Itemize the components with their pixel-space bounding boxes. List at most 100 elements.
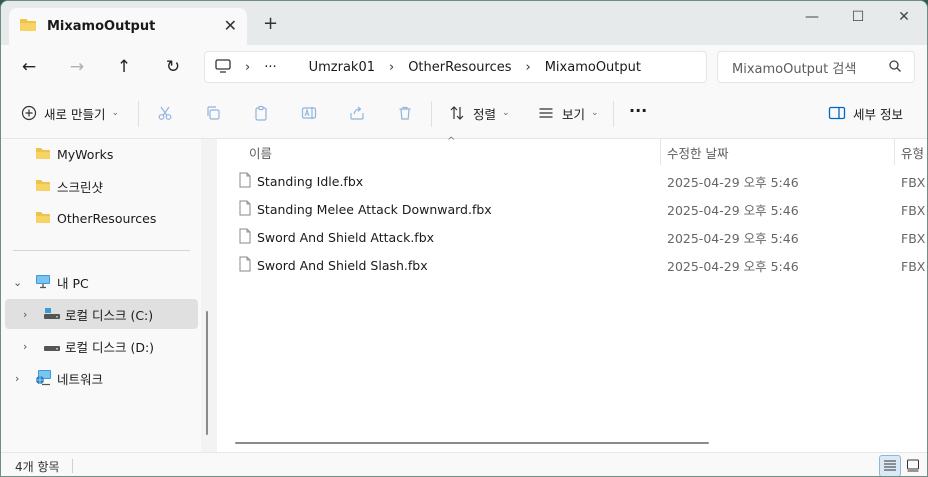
file-type: FBX 파일 [901,202,927,218]
maximize-button[interactable]: ☐ [835,1,881,33]
copy-button[interactable] [203,103,223,123]
tab-title: MixamoOutput [47,19,156,34]
sidebar-item-this-pc[interactable]: ⌄ 내 PC [5,267,198,297]
view-button[interactable]: 보기 ⌄ [536,103,599,123]
large-icons-view-icon [906,458,920,475]
column-divider[interactable] [660,139,661,165]
sidebar-item-label: 스크린샷 [57,179,104,195]
new-button-label: 새로 만들기 [44,106,106,122]
file-list: ^ 이름 수정한 날짜 유형 Standing Idle.fbx 2025-04… [217,136,927,452]
cut-icon [155,103,175,123]
sort-button[interactable]: 정렬 ⌄ [447,103,510,123]
view-list-icon [536,103,556,123]
chevron-right-icon[interactable]: › [23,308,33,321]
chevron-right-icon[interactable]: › [389,60,394,75]
file-icon [239,256,251,275]
chevron-right-icon[interactable]: › [23,340,33,353]
chevron-down-icon: ⌄ [591,108,599,118]
navigation-bar: ← → ↑ ↻ › ··· Umzrak01 › OtherResources … [1,45,927,89]
chevron-right-icon[interactable]: › [245,60,250,75]
computer-icon [35,274,51,292]
file-row[interactable]: Standing Melee Attack Downward.fbx 2025-… [231,195,927,223]
chevron-down-icon[interactable]: ⌄ [13,276,23,289]
file-name: Standing Idle.fbx [257,173,364,189]
file-date: 2025-04-29 오후 5:46 [667,230,799,246]
file-type: FBX 파일 [901,258,927,274]
window-controls: — ☐ ✕ [789,1,927,33]
share-button[interactable] [347,103,367,123]
file-name: Sword And Shield Slash.fbx [257,257,428,273]
new-tab-button[interactable]: + [263,13,278,34]
details-view-button[interactable] [879,455,901,476]
sidebar-item-screenshots[interactable]: 스크린샷 [5,171,198,201]
tab-mixamooutput[interactable]: MixamoOutput ✕ [9,8,247,45]
folder-icon [35,147,51,163]
new-button[interactable]: 새로 만들기 ⌄ [19,103,119,123]
file-type: FBX 파일 [901,230,927,246]
details-view-icon [883,458,897,475]
chevron-right-icon[interactable]: › [526,60,531,75]
breadcrumb-mixamooutput[interactable]: MixamoOutput [545,60,641,75]
sidebar-item-drive-d[interactable]: › 로컬 디스크 (D:) [5,331,198,361]
sidebar-item-myworks[interactable]: MyWorks [5,139,198,169]
column-divider[interactable] [894,139,895,165]
file-name: Standing Melee Attack Downward.fbx [257,201,492,217]
refresh-button[interactable]: ↻ [161,55,185,79]
up-button[interactable]: ↑ [112,55,136,79]
sidebar-item-drive-c[interactable]: › 로컬 디스크 (C:) [5,299,198,329]
sidebar-item-network[interactable]: › 네트워크 [5,363,198,393]
sidebar-item-label: MyWorks [57,146,114,162]
horizontal-scrollbar[interactable] [235,442,709,444]
file-icon [239,200,251,219]
file-row[interactable]: Standing Idle.fbx 2025-04-29 오후 5:46 FBX… [231,167,927,195]
cut-button[interactable] [155,103,175,123]
tab-close-button[interactable]: ✕ [224,16,237,35]
column-header-name[interactable]: 이름 [249,143,272,162]
address-bar[interactable]: › ··· Umzrak01 › OtherResources › Mixamo… [204,51,707,83]
breadcrumb-more[interactable]: ··· [264,60,276,75]
file-icon [239,172,251,191]
breadcrumb-otherresources[interactable]: OtherResources [408,60,511,75]
sort-icon [447,103,467,123]
divider [431,101,432,127]
search-input[interactable]: MixamoOutput 검색 [717,51,915,83]
file-date: 2025-04-29 오후 5:46 [667,174,799,190]
breadcrumb-umzrak01[interactable]: Umzrak01 [309,60,375,75]
computer-icon[interactable] [215,58,231,76]
copy-icon [203,103,223,123]
navigation-pane: MyWorks 스크린샷 OtherResources ⌄ 내 PC › 로컬 … [1,139,208,452]
delete-button[interactable] [395,103,415,123]
chevron-right-icon[interactable]: › [15,372,25,385]
share-icon [347,103,367,123]
view-label: 보기 [562,106,586,122]
close-button[interactable]: ✕ [881,1,927,33]
sidebar-item-label: 로컬 디스크 (C:) [65,307,154,323]
file-name: Sword And Shield Attack.fbx [257,229,435,245]
column-header-type[interactable]: 유형 [901,143,924,162]
sidebar-item-otherresources[interactable]: OtherResources [5,203,198,233]
paste-icon [251,103,271,123]
drive-c-icon [43,307,61,323]
file-row[interactable]: Sword And Shield Attack.fbx 2025-04-29 오… [231,223,927,251]
file-date: 2025-04-29 오후 5:46 [667,258,799,274]
title-bar: MixamoOutput ✕ + — ☐ ✕ [1,1,927,45]
file-row[interactable]: Sword And Shield Slash.fbx 2025-04-29 오후… [231,251,927,279]
file-icon [239,228,251,247]
forward-button[interactable]: → [65,55,89,79]
minimize-button[interactable]: — [789,1,835,33]
details-pane-button[interactable]: 세부 정보 [827,103,903,123]
folder-icon [35,211,51,227]
back-button[interactable]: ← [17,55,41,79]
more-options-button[interactable]: ··· [629,101,647,120]
search-icon[interactable] [888,59,902,77]
column-header-date[interactable]: 수정한 날짜 [667,143,728,162]
sidebar-item-label: 내 PC [57,275,89,291]
file-date: 2025-04-29 오후 5:46 [667,202,799,218]
rename-button[interactable] [299,103,319,123]
sidebar-scrollbar[interactable] [206,311,208,435]
sidebar-item-label: OtherResources [57,210,157,226]
status-bar: 4개 항목 [1,452,927,476]
large-icons-view-button[interactable] [902,455,924,476]
file-type: FBX 파일 [901,174,927,190]
paste-button[interactable] [251,103,271,123]
